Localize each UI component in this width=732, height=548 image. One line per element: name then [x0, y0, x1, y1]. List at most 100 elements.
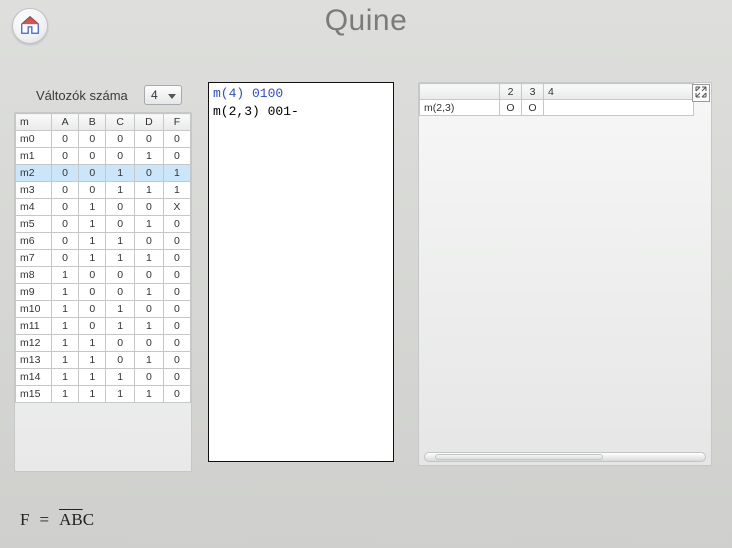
- tt-cell[interactable]: 1: [79, 233, 106, 250]
- tt-cell[interactable]: 1: [52, 386, 79, 403]
- tt-cell[interactable]: 1: [135, 250, 164, 267]
- tt-cell[interactable]: 0: [163, 216, 190, 233]
- tt-cell[interactable]: 1: [135, 318, 164, 335]
- tt-cell[interactable]: 0: [163, 335, 190, 352]
- tt-cell[interactable]: 0: [52, 165, 79, 182]
- tt-cell[interactable]: 0: [52, 182, 79, 199]
- tt-cell[interactable]: 1: [106, 182, 135, 199]
- table-row[interactable]: m40100X: [16, 199, 191, 216]
- tt-cell[interactable]: 0: [163, 284, 190, 301]
- table-row[interactable]: m200101: [16, 165, 191, 182]
- expand-button[interactable]: [692, 84, 710, 102]
- table-row[interactable]: m810000: [16, 267, 191, 284]
- tt-cell[interactable]: 1: [79, 250, 106, 267]
- table-row[interactable]: m1010100: [16, 301, 191, 318]
- table-row[interactable]: m1411100: [16, 369, 191, 386]
- tt-cell[interactable]: 1: [135, 352, 164, 369]
- tt-cell[interactable]: 0: [79, 131, 106, 148]
- tt-cell[interactable]: 0: [106, 267, 135, 284]
- tt-cell[interactable]: 0: [135, 131, 164, 148]
- tt-cell[interactable]: 0: [79, 284, 106, 301]
- tt-cell[interactable]: 1: [106, 301, 135, 318]
- tt-cell[interactable]: 1: [79, 199, 106, 216]
- tt-cell[interactable]: 1: [52, 318, 79, 335]
- tt-cell[interactable]: 0: [163, 250, 190, 267]
- table-row[interactable]: m501010: [16, 216, 191, 233]
- tt-cell[interactable]: 0: [52, 131, 79, 148]
- tt-cell[interactable]: 0: [163, 369, 190, 386]
- tt-cell[interactable]: 1: [106, 233, 135, 250]
- tt-cell[interactable]: 1: [163, 165, 190, 182]
- tt-cell[interactable]: 0: [135, 199, 164, 216]
- coverage-table[interactable]: 234 m(2,3)OO: [419, 83, 694, 116]
- tt-cell[interactable]: 1: [52, 267, 79, 284]
- tt-cell[interactable]: 0: [106, 199, 135, 216]
- tt-cell[interactable]: 0: [52, 216, 79, 233]
- coverage-scrollbar[interactable]: [424, 452, 706, 462]
- table-row[interactable]: m300111: [16, 182, 191, 199]
- tt-cell[interactable]: 0: [79, 165, 106, 182]
- tt-cell[interactable]: 0: [135, 165, 164, 182]
- tt-cell[interactable]: 1: [135, 182, 164, 199]
- tt-cell[interactable]: 0: [163, 131, 190, 148]
- tt-cell[interactable]: 1: [135, 148, 164, 165]
- tt-cell[interactable]: 1: [52, 335, 79, 352]
- table-row[interactable]: m701110: [16, 250, 191, 267]
- tt-cell[interactable]: 1: [79, 369, 106, 386]
- table-row[interactable]: m000000: [16, 131, 191, 148]
- tt-cell[interactable]: 0: [163, 352, 190, 369]
- tt-cell[interactable]: 1: [106, 318, 135, 335]
- tt-cell[interactable]: 0: [163, 301, 190, 318]
- tt-cell[interactable]: 0: [135, 301, 164, 318]
- tt-cell[interactable]: 1: [106, 386, 135, 403]
- tt-cell[interactable]: 0: [106, 148, 135, 165]
- tt-cell[interactable]: X: [163, 199, 190, 216]
- tt-cell[interactable]: 0: [79, 318, 106, 335]
- table-row[interactable]: m1211000: [16, 335, 191, 352]
- tt-cell[interactable]: 0: [52, 233, 79, 250]
- tt-cell[interactable]: 0: [106, 352, 135, 369]
- tt-cell[interactable]: 0: [106, 131, 135, 148]
- tt-cell[interactable]: 0: [79, 267, 106, 284]
- table-row[interactable]: m100010: [16, 148, 191, 165]
- tt-cell[interactable]: 1: [106, 165, 135, 182]
- tt-cell[interactable]: 1: [52, 369, 79, 386]
- tt-cell[interactable]: 1: [79, 216, 106, 233]
- tt-cell[interactable]: 0: [52, 250, 79, 267]
- tt-cell[interactable]: 0: [79, 301, 106, 318]
- tt-cell[interactable]: 1: [163, 182, 190, 199]
- tt-cell[interactable]: 0: [79, 182, 106, 199]
- tt-cell[interactable]: 0: [79, 148, 106, 165]
- tt-cell[interactable]: 1: [52, 352, 79, 369]
- tt-cell[interactable]: 1: [106, 369, 135, 386]
- tt-cell[interactable]: 1: [79, 386, 106, 403]
- tt-cell[interactable]: 0: [163, 233, 190, 250]
- table-row[interactable]: m1110110: [16, 318, 191, 335]
- tt-cell[interactable]: 1: [135, 284, 164, 301]
- table-row[interactable]: m1511110: [16, 386, 191, 403]
- tt-cell[interactable]: 0: [135, 335, 164, 352]
- cov-cell[interactable]: O: [500, 100, 522, 116]
- cov-row[interactable]: m(2,3)OO: [420, 100, 694, 116]
- tt-cell[interactable]: 0: [163, 148, 190, 165]
- tt-cell[interactable]: 1: [135, 216, 164, 233]
- tt-cell[interactable]: 0: [163, 386, 190, 403]
- tt-cell[interactable]: 0: [135, 369, 164, 386]
- tt-cell[interactable]: 0: [52, 148, 79, 165]
- table-row[interactable]: m910010: [16, 284, 191, 301]
- tt-cell[interactable]: 0: [163, 267, 190, 284]
- tt-cell[interactable]: 0: [135, 267, 164, 284]
- tt-cell[interactable]: 1: [79, 352, 106, 369]
- tt-cell[interactable]: 0: [106, 216, 135, 233]
- table-row[interactable]: m601100: [16, 233, 191, 250]
- tt-cell[interactable]: 0: [106, 335, 135, 352]
- cov-cell[interactable]: [544, 100, 694, 116]
- tt-cell[interactable]: 1: [52, 301, 79, 318]
- tt-cell[interactable]: 0: [135, 233, 164, 250]
- tt-cell[interactable]: 1: [79, 335, 106, 352]
- var-count-select[interactable]: 4: [144, 85, 182, 105]
- tt-cell[interactable]: 1: [52, 284, 79, 301]
- cov-cell[interactable]: O: [522, 100, 544, 116]
- tt-cell[interactable]: 0: [163, 318, 190, 335]
- tt-cell[interactable]: 0: [106, 284, 135, 301]
